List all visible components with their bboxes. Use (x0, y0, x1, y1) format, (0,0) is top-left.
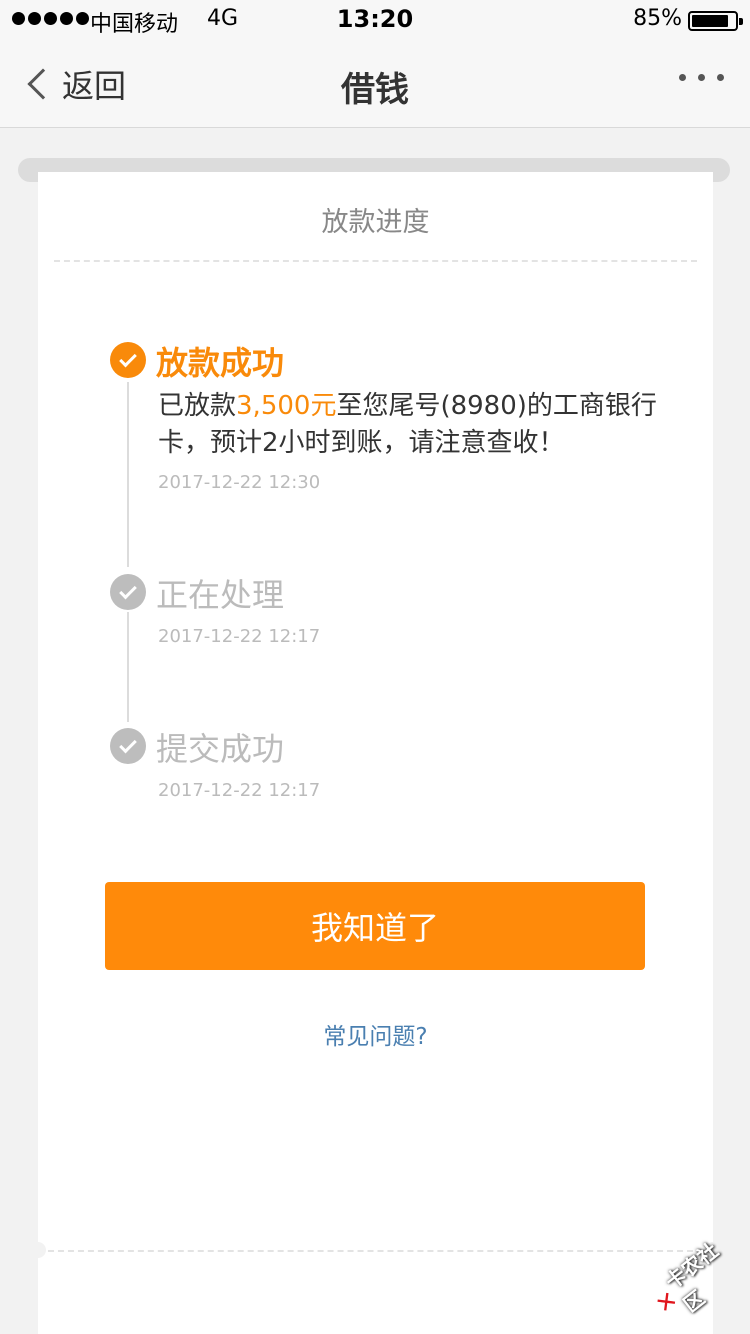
bottom-card (38, 1252, 713, 1334)
navigation-bar: 返回 借钱 (0, 40, 750, 128)
back-label: 返回 (62, 67, 127, 105)
step-timestamp: 2017-12-22 12:17 (158, 780, 321, 801)
step-timestamp: 2017-12-22 12:30 (158, 472, 321, 493)
loan-amount: 3,500元 (236, 391, 337, 421)
confirm-button[interactable]: 我知道了 (105, 882, 645, 970)
chevron-left-icon (27, 68, 59, 100)
card-notch (30, 1242, 46, 1258)
loan-progress-card: 放款进度 放款成功 已放款3,500元至您尾号(8980)的工商银行卡，预计2小… (38, 172, 713, 1252)
desc-prefix: 已放款 (158, 391, 237, 421)
more-dots-icon (679, 74, 686, 81)
battery-icon (688, 11, 743, 31)
back-button[interactable]: 返回 (22, 64, 127, 105)
check-circle-icon (110, 342, 146, 378)
status-bar: 中国移动 4G 13:20 85% (0, 0, 750, 40)
battery-percentage: 85% (633, 6, 682, 31)
step-description: 已放款3,500元至您尾号(8980)的工商银行卡，预计2小时到账，请注意查收！ (158, 388, 658, 462)
step-title-processing: 正在处理 (156, 576, 285, 614)
step-title-submitted: 提交成功 (156, 730, 285, 768)
check-circle-icon (110, 574, 146, 610)
timeline-connector (127, 612, 129, 722)
card-bottom-divider (38, 1250, 713, 1252)
check-circle-icon (110, 728, 146, 764)
faq-link[interactable]: 常见问题? (38, 1017, 713, 1051)
step-title-disbursed: 放款成功 (156, 344, 285, 382)
card-header: 放款进度 (321, 207, 430, 238)
timeline-connector (127, 382, 129, 567)
step-timestamp: 2017-12-22 12:17 (158, 626, 321, 647)
more-options-button[interactable] (679, 74, 724, 81)
header-divider (54, 260, 697, 262)
